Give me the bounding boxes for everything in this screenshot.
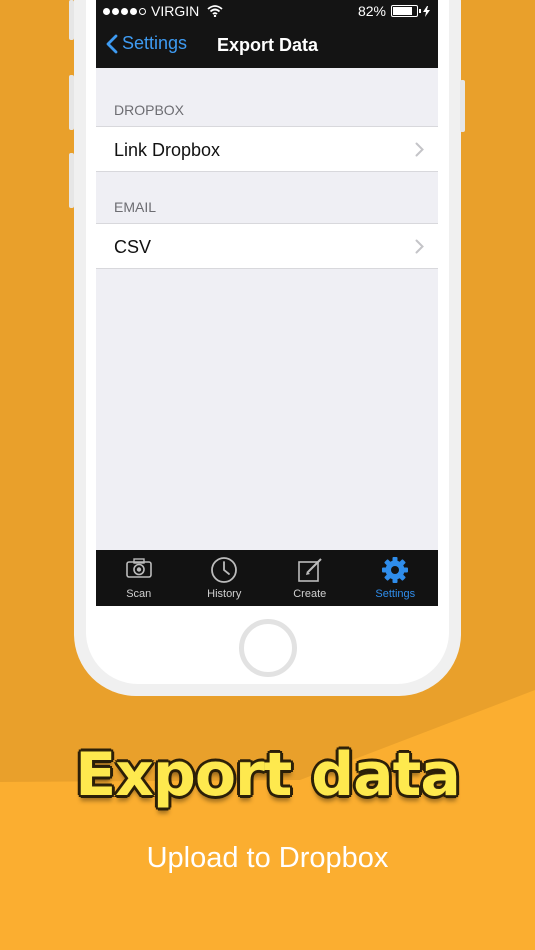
tab-label: History <box>207 588 242 600</box>
battery-percent: 82% <box>357 3 386 19</box>
signal-strength-icon <box>103 7 146 15</box>
tab-scan[interactable]: Scan <box>96 550 182 606</box>
clock-icon <box>211 557 238 583</box>
section-header-email: EMAIL <box>114 199 157 215</box>
tab-history[interactable]: History <box>182 550 268 606</box>
gear-icon <box>382 557 409 583</box>
list-item-label: Link Dropbox <box>114 140 221 160</box>
navigation-bar: Settings Export Data <box>96 22 438 68</box>
list-item-label: CSV <box>114 237 152 257</box>
carrier-name: VIRGIN <box>151 3 200 19</box>
charging-icon <box>423 5 430 17</box>
tab-label: Scan <box>126 588 152 600</box>
list-item-csv[interactable]: CSV <box>96 223 438 269</box>
status-bar: VIRGIN 82% <box>96 0 438 22</box>
battery-icon <box>391 5 421 17</box>
status-left: VIRGIN <box>103 3 223 19</box>
wifi-icon <box>207 5 223 17</box>
camera-icon <box>125 558 152 578</box>
section-header-dropbox: DROPBOX <box>114 102 185 118</box>
status-right: 82% <box>358 3 430 19</box>
home-button[interactable] <box>239 619 297 677</box>
chevron-right-icon <box>415 239 424 254</box>
tab-bar: Scan History Create Settings <box>96 550 438 606</box>
page-title: Export Data <box>217 35 319 55</box>
chevron-left-icon <box>106 34 118 53</box>
phone-volume-up-button <box>69 75 74 130</box>
back-button-label: Settings <box>122 33 188 53</box>
tab-create[interactable]: Create <box>267 550 353 606</box>
back-button[interactable]: Settings <box>106 33 187 54</box>
phone-volume-down-button <box>69 153 74 208</box>
tab-settings[interactable]: Settings <box>353 550 439 606</box>
chevron-right-icon <box>415 142 424 157</box>
app-screen: VIRGIN 82% Settings Export Data DROPBOX … <box>96 0 438 606</box>
list-item-link-dropbox[interactable]: Link Dropbox <box>96 126 438 172</box>
compose-icon <box>297 558 322 582</box>
phone-power-button <box>460 80 465 132</box>
tab-label: Settings <box>375 588 416 600</box>
promo-headline: Export data <box>75 740 461 810</box>
promo-subheadline: Upload to Dropbox <box>146 842 389 874</box>
tab-label: Create <box>293 588 327 600</box>
phone-side-button <box>69 0 74 40</box>
